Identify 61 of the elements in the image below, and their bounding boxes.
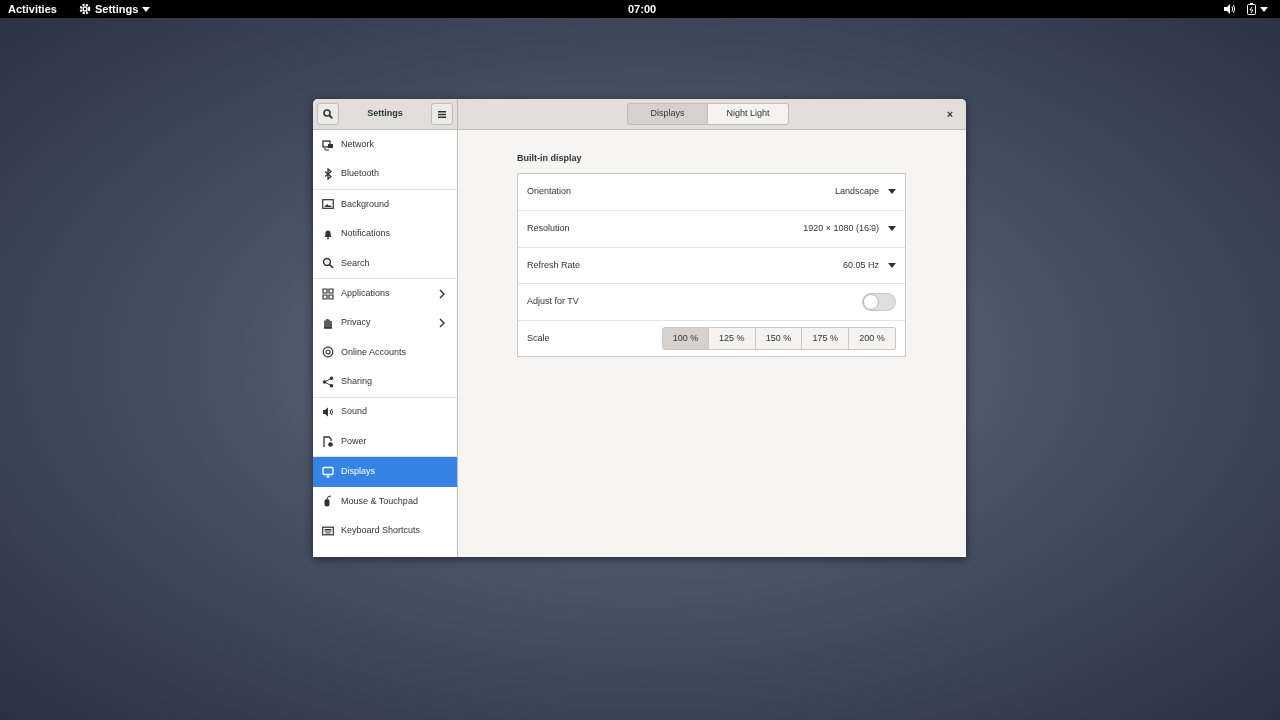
monitor-icon <box>322 466 334 478</box>
plug-icon <box>322 435 334 448</box>
search-icon <box>322 257 334 270</box>
search-icon <box>323 109 333 119</box>
menu-icon <box>438 110 446 118</box>
window-title: Settings <box>366 107 404 121</box>
caret-icon <box>142 6 151 12</box>
caret-icon <box>888 263 896 268</box>
caret-icon <box>1260 6 1268 12</box>
sidebar-item[interactable]: Background <box>313 189 457 220</box>
scale-option[interactable]: 200 % <box>849 327 896 351</box>
row-label: Resolution <box>527 222 571 236</box>
mouse-icon <box>322 495 334 508</box>
scale-option[interactable]: 175 % <box>802 327 850 351</box>
toggle-switch[interactable] <box>862 293 896 312</box>
menu-button[interactable] <box>431 103 453 125</box>
tab[interactable]: Displays <box>627 103 708 125</box>
row-label: Adjust for TV <box>527 295 580 309</box>
sidebar-item[interactable]: Sound <box>313 397 457 427</box>
sidebar-item[interactable]: Applications <box>313 278 457 309</box>
keyboard-icon <box>322 524 334 537</box>
sidebar-item[interactable]: Notifications <box>313 219 457 249</box>
sidebar-item[interactable]: Online Accounts <box>313 337 457 368</box>
close-button[interactable]: × <box>942 106 958 122</box>
row-label: Orientation <box>527 185 573 199</box>
caret-icon <box>888 226 896 232</box>
scale-option[interactable]: 125 % <box>708 327 756 351</box>
at-sign-icon <box>322 346 334 359</box>
dropdown[interactable]: 60.05 Hz <box>842 258 896 273</box>
gear-icon <box>78 3 91 15</box>
tab[interactable]: Night Light <box>708 103 789 125</box>
sidebar-item[interactable]: Bluetooth <box>313 159 457 189</box>
grid-icon <box>322 287 334 300</box>
battery-icon <box>1247 3 1256 15</box>
bluetooth-icon <box>322 168 334 181</box>
picture-frame-icon <box>322 198 334 211</box>
dropdown[interactable]: 1920 × 1080 (16∶9) <box>803 222 896 236</box>
speaker-icon <box>322 406 334 419</box>
sidebar-item[interactable]: Mouse & Touchpad <box>313 486 457 517</box>
caret-icon <box>888 189 896 195</box>
dropdown[interactable]: Landscape <box>834 185 896 199</box>
sidebar-item[interactable]: Sharing <box>313 367 457 397</box>
clock[interactable]: 07:00 <box>628 0 657 18</box>
scale-option[interactable]: 150 % <box>755 327 803 351</box>
volume-icon[interactable] <box>1224 4 1235 14</box>
activities-button[interactable]: Activities <box>8 0 57 18</box>
sidebar-item[interactable]: Search <box>313 248 457 278</box>
system-menu[interactable] <box>1247 3 1268 15</box>
app-menu[interactable]: Settings <box>78 0 151 18</box>
share-icon <box>322 375 334 388</box>
sidebar-item[interactable]: Displays <box>313 457 457 487</box>
sidebar-item[interactable]: Privacy <box>313 308 457 338</box>
row-label: Refresh Rate <box>527 258 582 272</box>
sidebar-item[interactable]: Keyboard Shortcuts <box>313 516 457 546</box>
section-heading: Built-in display <box>517 152 583 165</box>
scale-option[interactable]: 100 % <box>662 327 709 351</box>
network-icon <box>322 138 334 151</box>
sidebar-item[interactable]: Power <box>313 426 457 457</box>
row-label: Scale <box>527 331 551 345</box>
search-button[interactable] <box>317 103 339 125</box>
sidebar-item[interactable]: Network <box>313 130 457 160</box>
